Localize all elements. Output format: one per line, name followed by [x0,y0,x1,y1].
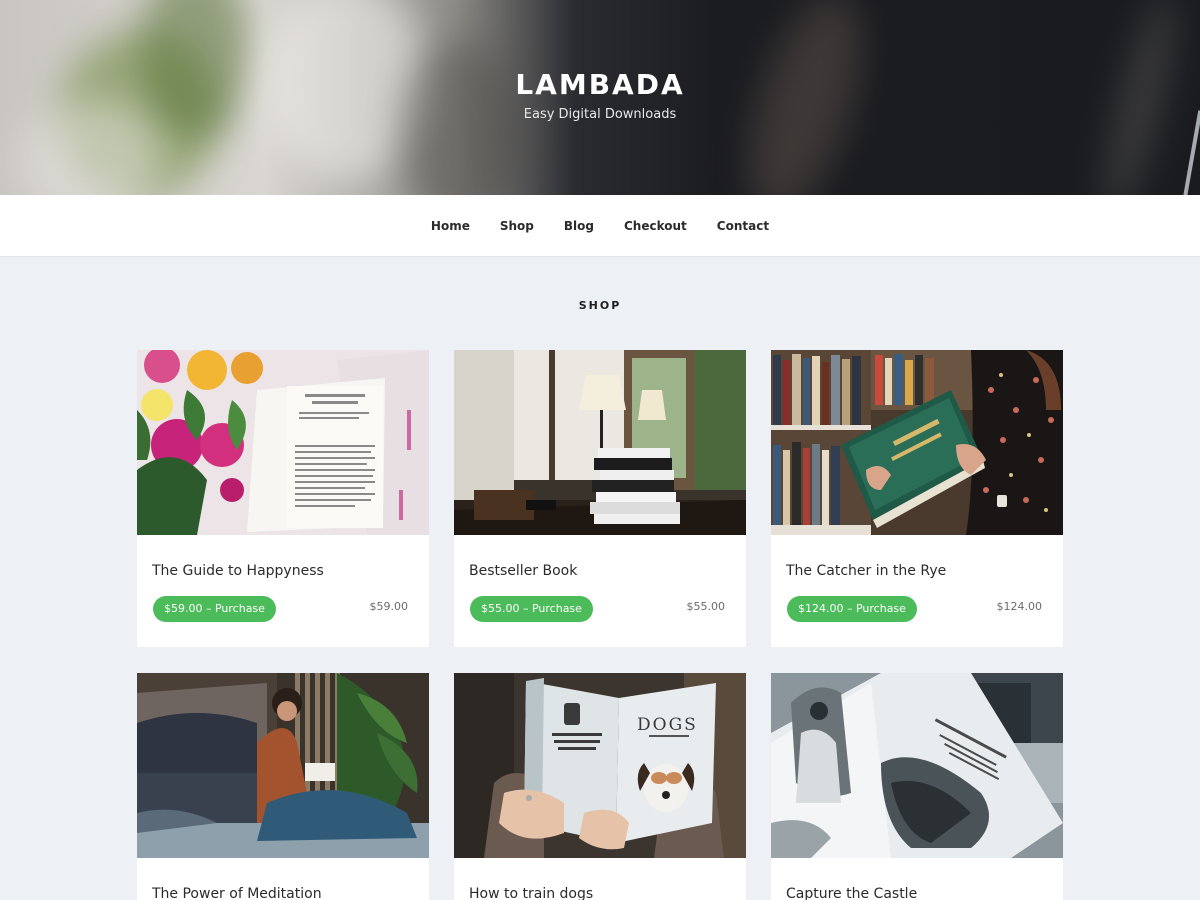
purchase-button[interactable]: $55.00 – Purchase [470,596,593,622]
product-title[interactable]: Bestseller Book [469,563,577,579]
hero-banner: LAMBADA Easy Digital Downloads [0,0,1200,195]
nav-item-shop[interactable]: Shop [500,219,534,233]
purchase-button[interactable]: $59.00 – Purchase [153,596,276,622]
product-title[interactable]: The Power of Meditation [152,886,322,900]
woman-holding-green-book-image [771,350,1063,535]
product-image[interactable] [771,673,1063,858]
main-navigation: Home Shop Blog Checkout Contact [0,195,1200,257]
product-price: $59.00 [369,600,409,613]
nav-item-blog[interactable]: Blog [564,219,594,233]
svg-text:DOGS: DOGS [637,715,698,735]
open-book-with-flowers-image [137,350,429,535]
product-image[interactable]: DOGS [454,673,746,858]
stack-of-books-with-lamp-image [454,350,746,535]
product-title[interactable]: The Guide to Happyness [152,563,324,579]
product-card: Bestseller Book $55.00 – Purchase $55.00 [454,350,746,647]
person-reading-dogs-book-image: DOGS [454,673,746,858]
product-card: The Power of Meditation [137,673,429,900]
product-image[interactable] [137,350,429,535]
nav-item-checkout[interactable]: Checkout [624,219,687,233]
open-magazine-black-white-image [771,673,1063,858]
product-title[interactable]: How to train dogs [469,886,593,900]
site-tagline: Easy Digital Downloads [523,107,677,122]
nav-item-home[interactable]: Home [431,219,470,233]
product-card: DOGS How to train dogs [454,673,746,900]
product-image[interactable] [454,350,746,535]
product-image[interactable] [137,673,429,858]
shop-heading: SHOP [578,299,622,312]
product-title[interactable]: Capture the Castle [786,886,917,900]
product-card: Capture the Castle [771,673,1063,900]
product-price: $124.00 [996,600,1043,613]
product-card: The Guide to Happyness $59.00 – Purchase… [137,350,429,647]
product-card: The Catcher in the Rye $124.00 – Purchas… [771,350,1063,647]
product-price: $55.00 [686,600,726,613]
hero-bg-edge [1181,110,1200,195]
nav-item-contact[interactable]: Contact [717,219,769,233]
woman-reading-on-floor-image [137,673,429,858]
product-image[interactable] [771,350,1063,535]
product-title[interactable]: The Catcher in the Rye [786,563,946,579]
site-title[interactable]: LAMBADA [0,68,1200,101]
purchase-button[interactable]: $124.00 – Purchase [787,596,917,622]
